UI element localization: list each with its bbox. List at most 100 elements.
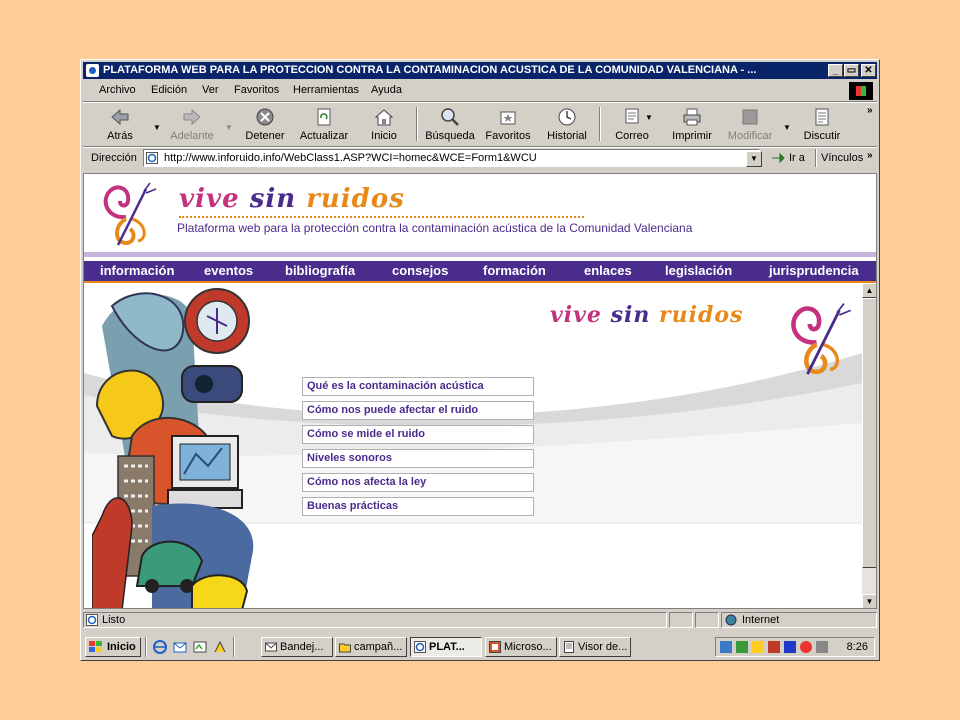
tray-network-icon[interactable] <box>720 641 732 653</box>
history-label: Historial <box>547 130 587 142</box>
home-button[interactable]: Inicio <box>355 103 413 145</box>
tray-media-icon[interactable] <box>784 641 796 653</box>
print-label: Imprimir <box>672 130 712 142</box>
taskbar-task-microsoft[interactable]: Microso... <box>485 637 557 657</box>
menu-archivo[interactable]: Archivo <box>99 84 136 96</box>
nav-jurisprudencia[interactable]: jurisprudencia <box>769 263 859 278</box>
home-icon <box>374 109 394 126</box>
show-desktop-icon[interactable] <box>193 640 207 654</box>
status-panel-empty <box>695 612 719 628</box>
address-input[interactable]: http://www.inforuido.info/WebClass1.ASP?… <box>143 149 760 167</box>
clock[interactable]: 8:26 <box>847 641 868 653</box>
discuss-button[interactable]: Discutir <box>793 103 851 145</box>
nav-consejos[interactable]: consejos <box>392 263 448 278</box>
address-bar: Dirección http://www.inforuido.info/WebC… <box>83 148 877 170</box>
nav-informacion[interactable]: información <box>100 263 174 278</box>
menu-favoritos[interactable]: Favoritos <box>234 84 279 96</box>
task-label: campañ... <box>354 641 403 653</box>
taskbar-task-bandeja[interactable]: Bandej... <box>261 637 333 657</box>
menu-ayuda[interactable]: Ayuda <box>371 84 402 96</box>
links-overflow-icon[interactable]: » <box>867 150 873 161</box>
favorites-label: Favoritos <box>485 130 531 142</box>
maximize-button[interactable]: ▭ <box>844 64 859 77</box>
edit-dropdown-icon[interactable]: ▼ <box>783 123 791 132</box>
page-content: vive sin ruidos Plataforma web para la p… <box>83 173 877 609</box>
history-icon <box>558 108 576 126</box>
taskbar-task-plataforma[interactable]: PLAT... <box>410 637 482 657</box>
mail-label: Correo <box>615 130 649 142</box>
nav-eventos[interactable]: eventos <box>204 263 253 278</box>
mail-button[interactable]: Correo <box>603 103 661 145</box>
globe-icon <box>725 614 737 626</box>
refresh-button[interactable]: Actualizar <box>295 103 353 145</box>
minimize-button[interactable]: _ <box>828 64 843 77</box>
brand-ruidos: ruidos <box>306 184 405 214</box>
go-arrow-icon[interactable] <box>771 152 785 164</box>
forward-button[interactable]: Adelante <box>163 103 221 145</box>
mail-dropdown-icon[interactable]: ▼ <box>645 113 653 122</box>
print-button[interactable]: Imprimir <box>663 103 721 145</box>
brand-ruidos: ruidos <box>659 302 744 328</box>
back-dropdown-icon[interactable]: ▼ <box>153 123 161 132</box>
edit-button[interactable]: Modificar <box>721 103 779 145</box>
link-como-afecta-ley[interactable]: Cómo nos afecta la ley <box>302 473 534 492</box>
tray-antivirus-icon[interactable] <box>768 641 780 653</box>
home-label: Inicio <box>371 130 397 142</box>
nav-legislacion[interactable]: legislación <box>665 263 732 278</box>
menu-edicion[interactable]: Edición <box>151 84 187 96</box>
link-que-es-contaminacion[interactable]: Qué es la contaminación acústica <box>302 377 534 396</box>
link-como-se-mide[interactable]: Cómo se mide el ruido <box>302 425 534 444</box>
address-dropdown-button[interactable]: ▼ <box>746 151 762 167</box>
taskbar: Inicio Bandej... campañ... PLAT... Micro… <box>83 635 877 659</box>
brand-vive: vive <box>179 184 240 214</box>
tray-printer-icon[interactable] <box>816 641 828 653</box>
browser-window: PLATAFORMA WEB PARA LA PROTECCION CONTRA… <box>80 59 880 661</box>
favorites-button[interactable]: Favoritos <box>479 103 537 145</box>
toolbar-separator <box>416 107 418 141</box>
tray-volume-icon[interactable] <box>752 641 764 653</box>
taskbar-task-campana[interactable]: campañ... <box>335 637 407 657</box>
security-zone-panel: Internet <box>721 612 877 628</box>
history-button[interactable]: Historial <box>538 103 596 145</box>
menu-herramientas[interactable]: Herramientas <box>293 84 359 96</box>
windows-flag-icon <box>89 641 102 652</box>
toolbar-overflow-icon[interactable]: » <box>867 105 873 116</box>
back-arrow-icon <box>111 108 129 126</box>
nav-bibliografia[interactable]: bibliografía <box>285 263 355 278</box>
scroll-up-button[interactable]: ▲ <box>862 283 876 298</box>
standard-toolbar: Atrás ▼ Adelante ▼ Detener Actualizar In… <box>83 103 877 145</box>
go-button[interactable]: Ir a <box>789 152 805 164</box>
back-button[interactable]: Atrás <box>91 103 149 145</box>
taskbar-task-visor[interactable]: Visor de... <box>559 637 631 657</box>
links-button[interactable]: Vínculos <box>821 152 863 164</box>
document-viewer-icon <box>564 641 574 653</box>
start-button[interactable]: Inicio <box>85 637 141 657</box>
forward-dropdown-icon[interactable]: ▼ <box>225 123 233 132</box>
close-button[interactable]: ✕ <box>861 64 876 77</box>
title-bar[interactable]: PLATAFORMA WEB PARA LA PROTECCION CONTRA… <box>83 62 877 79</box>
tray-keyboard-icon[interactable] <box>736 641 748 653</box>
nav-enlaces[interactable]: enlaces <box>584 263 632 278</box>
task-label: PLAT... <box>429 641 465 653</box>
refresh-icon <box>317 108 331 126</box>
stop-button[interactable]: Detener <box>236 103 294 145</box>
butterfly-ear-logo-icon <box>103 182 157 246</box>
vertical-scrollbar[interactable]: ▲ ▼ <box>862 283 876 608</box>
tray-alert-icon[interactable] <box>800 641 812 653</box>
search-button[interactable]: Búsqueda <box>421 103 479 145</box>
scroll-down-button[interactable]: ▼ <box>862 594 876 608</box>
link-niveles-sonoros[interactable]: Niveles sonoros <box>302 449 534 468</box>
menu-ver[interactable]: Ver <box>202 84 219 96</box>
link-buenas-practicas[interactable]: Buenas prácticas <box>302 497 534 516</box>
brand-dotted-line <box>179 216 584 218</box>
site-subtitle: Plataforma web para la protección contra… <box>177 221 693 235</box>
ie-quicklaunch-icon[interactable] <box>153 640 167 654</box>
taskbar-separator <box>233 637 235 657</box>
ie-page-icon <box>86 64 99 77</box>
nav-formacion[interactable]: formación <box>483 263 546 278</box>
start-label: Inicio <box>107 641 136 653</box>
channels-quicklaunch-icon[interactable] <box>213 640 227 654</box>
link-como-afecta-ruido[interactable]: Cómo nos puede afectar el ruido <box>302 401 534 420</box>
outlook-quicklaunch-icon[interactable] <box>173 640 187 654</box>
scroll-thumb[interactable] <box>862 298 876 568</box>
